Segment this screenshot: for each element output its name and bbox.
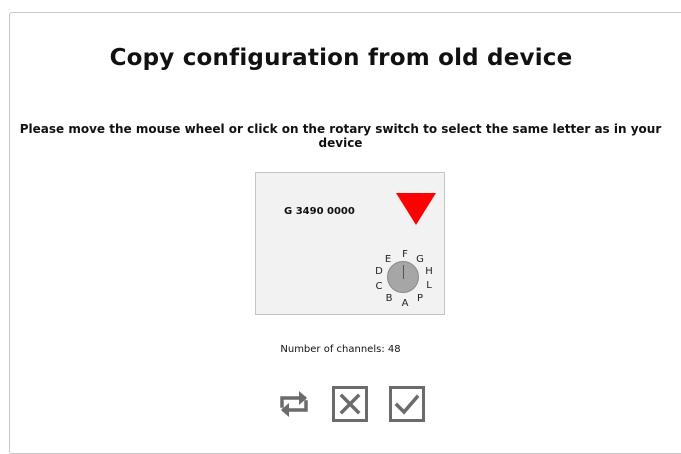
rotary-letter-c[interactable]: C [374, 282, 384, 292]
device-illustration: G 3490 0000 F G H L P A B C D E [255, 172, 445, 315]
rotary-switch[interactable]: F G H L P A B C D E [372, 246, 438, 312]
rotary-letter-g[interactable]: G [415, 255, 425, 265]
device-label: G 3490 0000 [284, 206, 355, 217]
rotary-knob[interactable] [387, 261, 419, 293]
close-box-icon [332, 386, 368, 422]
marker-triangle-icon [396, 193, 436, 225]
rotary-letter-a[interactable]: A [400, 299, 410, 309]
rotary-letter-b[interactable]: B [384, 294, 394, 304]
rotary-letter-p[interactable]: P [415, 294, 425, 304]
retry-button[interactable] [275, 385, 313, 423]
swap-arrows-icon [280, 391, 308, 417]
rotary-letter-e[interactable]: E [383, 255, 393, 265]
page-title: Copy configuration from old device [109, 45, 573, 71]
checkbox-checked-icon [389, 386, 425, 422]
rotary-letter-h[interactable]: H [424, 267, 434, 277]
confirm-button[interactable] [388, 385, 426, 423]
channels-count: Number of channels: 48 [280, 344, 401, 355]
rotary-letter-f[interactable]: F [400, 250, 410, 260]
rotary-letter-d[interactable]: D [374, 267, 384, 277]
cancel-button[interactable] [331, 385, 369, 423]
rotary-pointer [403, 265, 404, 279]
rotary-letter-l[interactable]: L [424, 281, 434, 291]
instruction-text: Please move the mouse wheel or click on … [19, 122, 662, 150]
